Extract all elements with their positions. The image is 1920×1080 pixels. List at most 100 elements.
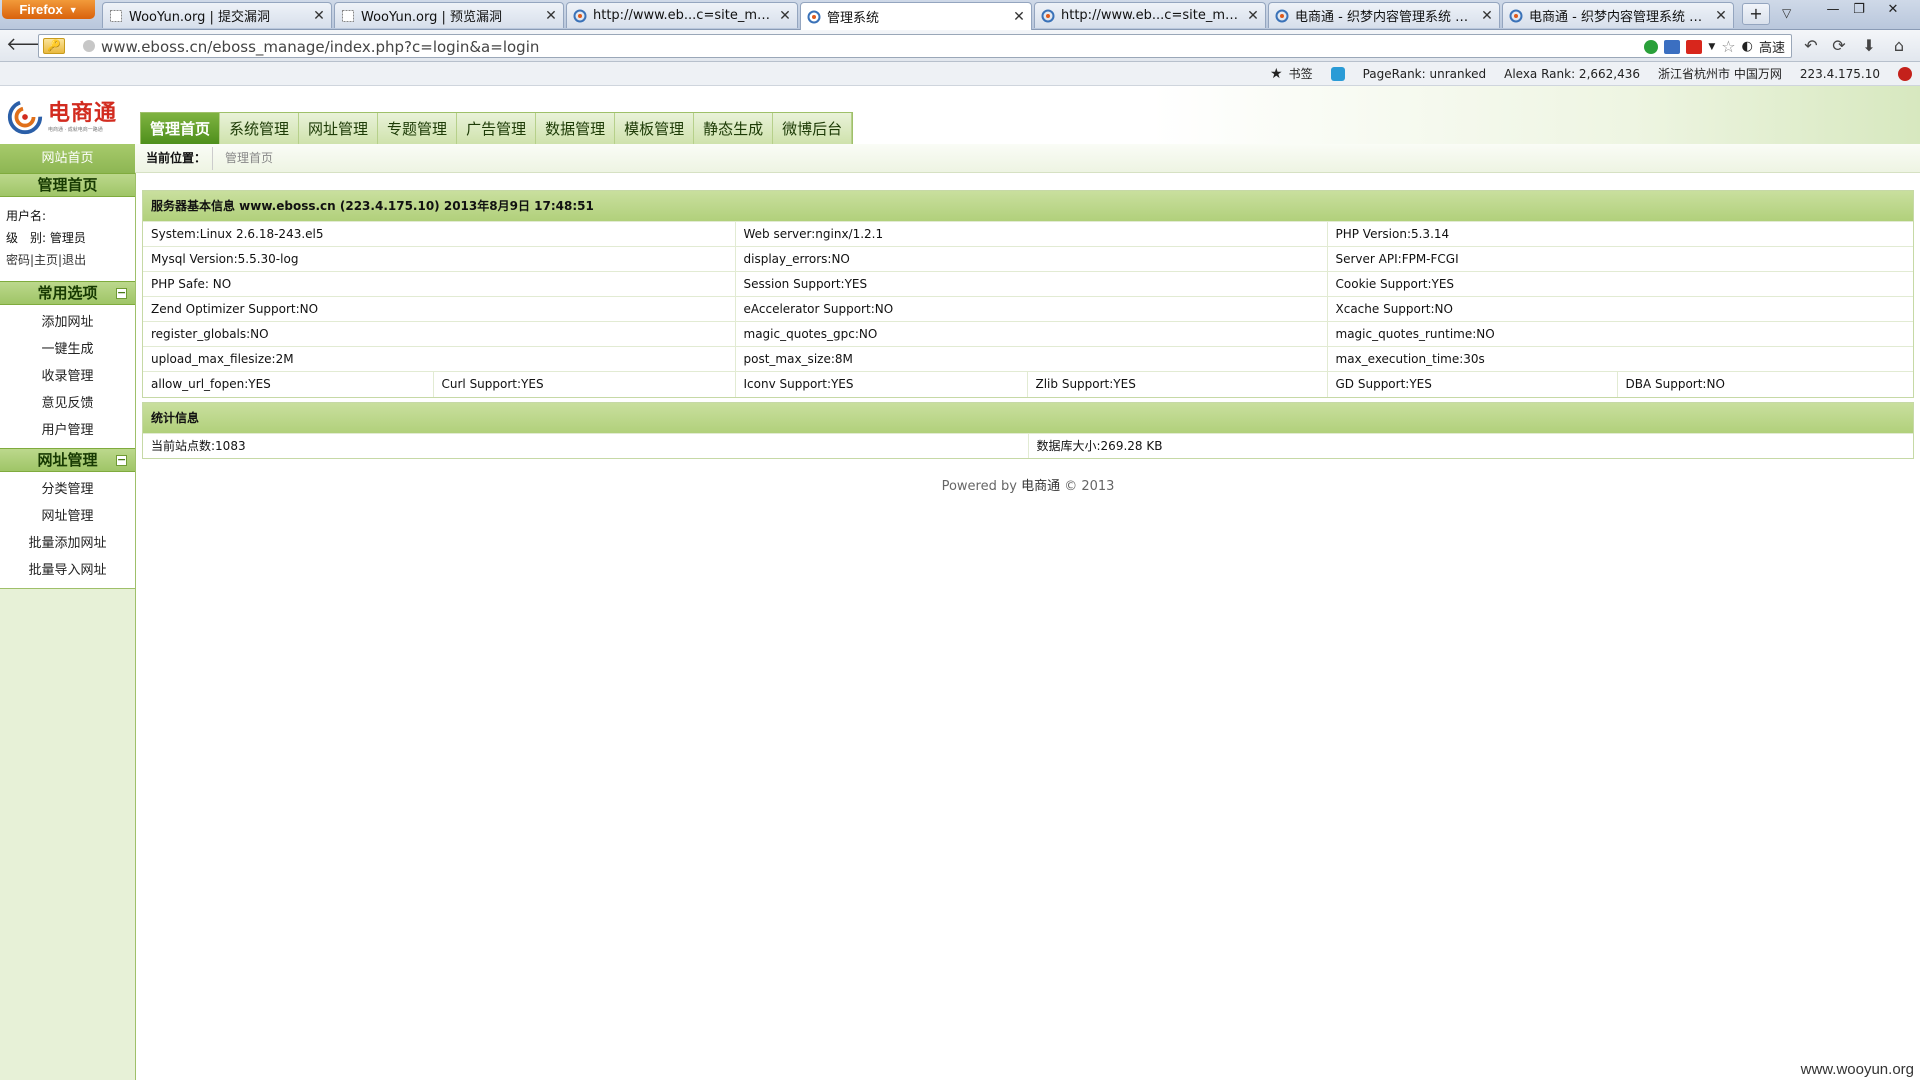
addon-icon[interactable] <box>1330 66 1345 81</box>
table-row: PHP Safe: NO Session Support:YES Cookie Su… <box>143 271 1913 297</box>
nav-topic[interactable]: 专题管理 <box>378 113 458 144</box>
logo-slogan: 电商通 · 成就电商一路通 <box>48 126 103 133</box>
footer-brand[interactable]: 电商通 <box>1021 479 1060 494</box>
nav-data[interactable]: 数据管理 <box>536 113 616 144</box>
site-home-link[interactable]: 网站首页 <box>0 144 135 173</box>
home-icon: ⌂ <box>1893 36 1905 55</box>
tab-wooyun-submit[interactable]: WooYun.org | 提交漏洞 ✕ <box>102 2 332 28</box>
username-label: 用户名: <box>6 209 47 223</box>
close-icon[interactable]: ✕ <box>1013 9 1025 25</box>
server-info-panel: 服务器基本信息 www.eboss.cn (223.4.175.10) 2013… <box>142 190 1914 398</box>
location-text: 浙江省杭州市 中国万网 <box>1658 67 1782 81</box>
adblock-icon[interactable] <box>1898 66 1912 81</box>
stats-table: 当前站点数:1083 数据库大小:269.28 KB <box>143 432 1913 458</box>
minimize-button[interactable]: — <box>1820 2 1846 18</box>
sidebar-item-feedback[interactable]: 意见反馈 <box>0 390 135 417</box>
sidebar-item-add-url[interactable]: 添加网址 <box>0 309 135 336</box>
footer: Powered by 电商通 © 2013 <box>142 475 1914 494</box>
nav-url-manage[interactable]: 网址管理 <box>299 113 379 144</box>
close-icon[interactable]: ✕ <box>1715 8 1727 24</box>
stats-panel: 统计信息 当前站点数:1083 数据库大小:269.28 KB <box>142 401 1914 459</box>
sidebar-item-url-manage[interactable]: 网址管理 <box>0 503 135 530</box>
close-icon[interactable]: ✕ <box>313 8 325 24</box>
tab-list-button[interactable]: ▽ <box>1782 6 1791 20</box>
firefox-menu-button[interactable]: Firefox ▼ <box>2 0 95 19</box>
ip-text: 223.4.175.10 <box>1799 66 1880 81</box>
reload-button[interactable]: ⟳ <box>1828 37 1850 57</box>
address-bar[interactable]: 🔑 www.eboss.cn/eboss_manage/index.php?c=… <box>38 34 1792 58</box>
collapse-icon[interactable]: − <box>116 454 127 466</box>
undo-button[interactable]: ↶ <box>1800 37 1822 57</box>
info-cell: magic_quotes_runtime:NO <box>1327 321 1913 347</box>
sidebar-item-category[interactable]: 分类管理 <box>0 476 135 503</box>
nav-weibo[interactable]: 微博后台 <box>773 113 853 144</box>
sidebar-header-url-manage[interactable]: 网址管理 − <box>0 448 135 472</box>
sidebar-header-home[interactable]: 管理首页 <box>0 173 135 197</box>
nav-static[interactable]: 静态生成 <box>694 113 774 144</box>
url-text[interactable]: www.eboss.cn/eboss_manage/index.php?c=lo… <box>101 38 539 56</box>
nav-system[interactable]: 系统管理 <box>220 113 300 144</box>
tab-title: http://www.eb...c=site_manage <box>593 8 773 23</box>
tab-title: 电商通 - 织梦内容管理系统 V57... <box>1529 10 1709 25</box>
refresh-green-icon[interactable] <box>1644 39 1659 54</box>
user-links[interactable]: 密码|主页|退出 <box>6 249 129 271</box>
tab-wooyun-preview[interactable]: WooYun.org | 预览漏洞 ✕ <box>334 2 564 28</box>
home-button[interactable]: ⌂ <box>1888 37 1910 57</box>
undo-icon: ↶ <box>1804 36 1818 55</box>
close-icon[interactable]: ✕ <box>1481 8 1493 24</box>
nav-ads[interactable]: 广告管理 <box>457 113 537 144</box>
main-nav: 管理首页 系统管理 网址管理 专题管理 广告管理 数据管理 模板管理 静态生成 … <box>140 112 854 144</box>
sidebar-header-common[interactable]: 常用选项 − <box>0 281 135 305</box>
tab-dedecms-1[interactable]: 电商通 - 织梦内容管理系统 V57... ✕ <box>1268 2 1500 28</box>
info-cell: Cookie Support:YES <box>1327 271 1913 297</box>
star-icon: ★ <box>1270 65 1283 82</box>
logo-text: 电商通 电商通 · 成就电商一路通 <box>48 101 117 133</box>
nav-admin-home[interactable]: 管理首页 <box>141 113 221 144</box>
sidebar-item-users[interactable]: 用户管理 <box>0 417 135 444</box>
sidebar-item-index-manage[interactable]: 收录管理 <box>0 363 135 390</box>
tab-site-manage-2[interactable]: http://www.eb...c=site_manage ✕ <box>1034 2 1266 28</box>
dropdown-arrow-icon[interactable]: ▼ <box>1708 42 1715 52</box>
close-icon[interactable]: ✕ <box>1247 8 1259 24</box>
speed-label[interactable]: 高速 <box>1759 37 1785 56</box>
site-logo[interactable]: 电商通 电商通 · 成就电商一路通 <box>6 94 130 140</box>
bookmark-star-icon[interactable]: ☆ <box>1721 37 1735 56</box>
section-title: 常用选项 <box>37 284 98 302</box>
table-row: allow_url_fopen:YES Curl Support:YES Ico… <box>143 371 1913 397</box>
tab-title: WooYun.org | 预览漏洞 <box>361 10 503 25</box>
user-info: 用户名: 级 别: 管理员 密码|主页|退出 <box>0 197 135 281</box>
eboss-site-icon <box>1509 9 1523 23</box>
info-cell: register_globals:NO <box>143 321 736 347</box>
info-cell: allow_url_fopen:YES <box>143 371 434 397</box>
tab-site-manage-1[interactable]: http://www.eb...c=site_manage ✕ <box>566 2 798 28</box>
download-button[interactable]: ⬇ <box>1858 37 1880 57</box>
collapse-icon[interactable]: − <box>116 287 127 299</box>
tab-dedecms-2[interactable]: 电商通 - 织梦内容管理系统 V57... ✕ <box>1502 2 1734 28</box>
tab-admin-system[interactable]: 管理系统 ✕ <box>800 2 1032 30</box>
sidebar-item-batch-import[interactable]: 批量导入网址 <box>0 557 135 584</box>
stats-title: 统计信息 <box>143 402 1913 433</box>
close-icon[interactable]: ✕ <box>779 8 791 24</box>
bookmarks-item[interactable]: ★ 书签 <box>1270 65 1313 82</box>
ie-tab-icon[interactable] <box>1664 39 1681 54</box>
site-identity-icon[interactable]: 🔑 <box>43 38 65 54</box>
info-cell: Xcache Support:NO <box>1327 296 1913 322</box>
tab-title: 管理系统 <box>827 11 880 26</box>
breadcrumb-current: 管理首页 <box>212 147 285 170</box>
close-icon[interactable]: ✕ <box>545 8 557 24</box>
sidebar-item-one-click-generate[interactable]: 一键生成 <box>0 336 135 363</box>
info-cell: eAccelerator Support:NO <box>735 296 1328 322</box>
nav-template[interactable]: 模板管理 <box>615 113 695 144</box>
back-button[interactable]: 🡐 <box>6 36 54 56</box>
table-row: System:Linux 2.6.18-243.el5 Web server:ng… <box>143 221 1913 247</box>
admin-page: 电商通 电商通 · 成就电商一路通 管理首页 系统管理 网址管理 专题管理 广告… <box>0 86 1920 1080</box>
info-cell: max_execution_time:30s <box>1327 346 1913 372</box>
sidebar-item-batch-add[interactable]: 批量添加网址 <box>0 530 135 557</box>
window-close-button[interactable]: ✕ <box>1880 2 1906 18</box>
info-cell: Web server:nginx/1.2.1 <box>735 221 1328 247</box>
new-tab-button[interactable]: + <box>1742 3 1770 25</box>
restore-button[interactable]: ❐ <box>1846 2 1872 18</box>
browser-tab-bar: Firefox ▼ WooYun.org | 提交漏洞 ✕ WooYun.org… <box>0 0 1920 30</box>
info-cell: PHP Version:5.3.14 <box>1327 221 1913 247</box>
sidebar: 管理首页 用户名: 级 别: 管理员 密码|主页|退出 常用选项 − 添加网址 … <box>0 173 136 1080</box>
